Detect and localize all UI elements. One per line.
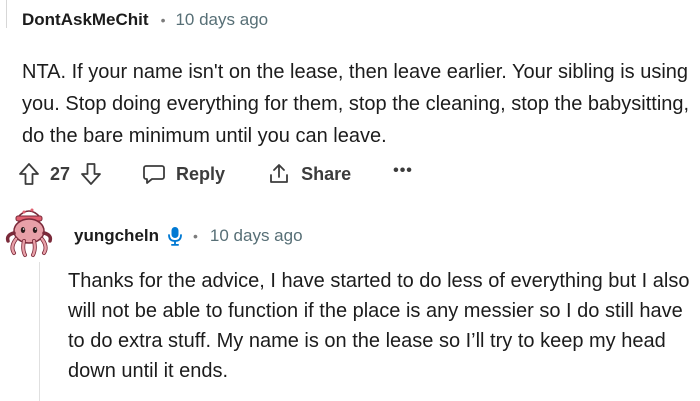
comment-bubble-icon: [143, 165, 165, 184]
reply-body: Thanks for the advice, I have started to…: [68, 266, 696, 386]
comment-timestamp[interactable]: 10 days ago: [175, 10, 268, 30]
share-icon: [270, 164, 288, 183]
microphone-icon: [167, 226, 183, 246]
downvote-button[interactable]: [80, 162, 102, 186]
comment-body: NTA. If your name isn't on the lease, th…: [22, 56, 692, 152]
reply-timestamp[interactable]: 10 days ago: [210, 226, 303, 246]
share-label: Share: [301, 163, 352, 184]
reply-text: Thanks for the advice, I have started to…: [68, 270, 690, 382]
reply-button[interactable]: Reply: [142, 162, 225, 186]
reply-header: yungcheln • 10 days ago: [74, 222, 303, 250]
octopus-avatar-icon: [5, 208, 53, 257]
reply-label: Reply: [176, 163, 226, 184]
meta-separator: •: [193, 228, 198, 244]
comment-header: DontAskMeChit • 10 days ago: [22, 6, 268, 34]
avatar[interactable]: [4, 203, 54, 259]
comment-text: NTA. If your name isn't on the lease, th…: [22, 61, 690, 147]
downvote-arrow-icon: [81, 163, 101, 185]
upvote-button[interactable]: [18, 162, 40, 186]
upvote-arrow-icon: [19, 163, 39, 185]
comment-author[interactable]: DontAskMeChit: [22, 10, 149, 30]
more-options-button[interactable]: •••: [393, 162, 413, 180]
thread-line: [6, 0, 7, 28]
meta-separator: •: [160, 12, 166, 28]
share-button[interactable]: Share: [267, 162, 351, 186]
reply-author[interactable]: yungcheln: [74, 226, 159, 246]
reply-thread-line[interactable]: [39, 262, 40, 401]
vote-count: 27: [50, 163, 71, 184]
comment-actions: 27 Reply Share •••: [18, 156, 413, 192]
